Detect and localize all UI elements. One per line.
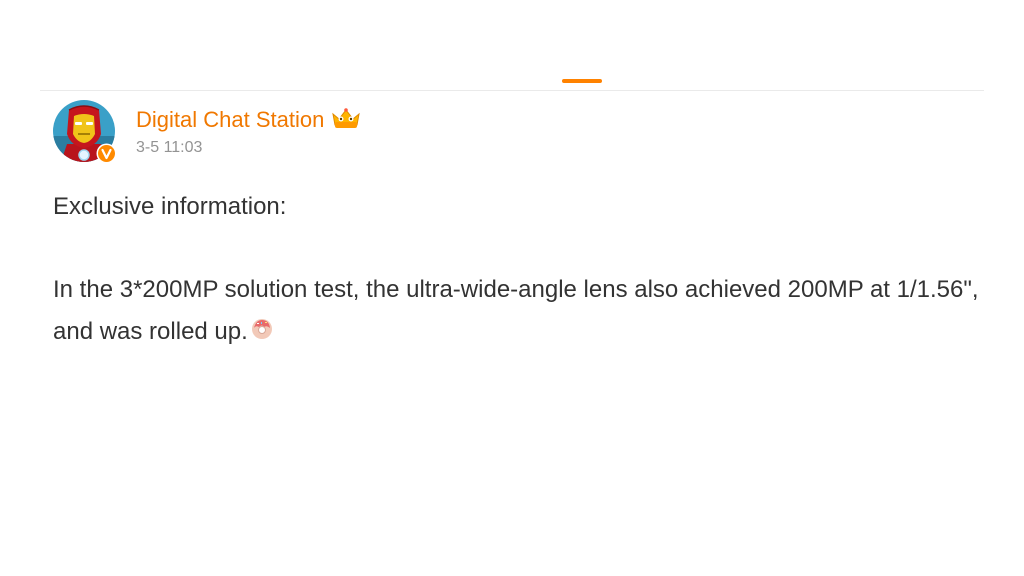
crown-badge-icon[interactable] (330, 106, 362, 135)
post-content: Exclusive information: In the 3*200MP so… (53, 186, 988, 355)
verified-badge-icon (96, 143, 117, 164)
donut-emoji-icon (250, 313, 274, 355)
post-paragraph: In the 3*200MP solution test, the ultra-… (53, 276, 979, 345)
weibo-post-page: Digital Chat Station 3-5 11:03 Exclusive… (0, 0, 1024, 576)
post-timestamp[interactable]: 3-5 11:03 (136, 138, 202, 158)
author-avatar[interactable] (53, 100, 117, 164)
active-tab-indicator (562, 79, 602, 83)
author-name-link[interactable]: Digital Chat Station (136, 106, 362, 135)
header-divider (40, 90, 984, 91)
post-paragraph: Exclusive information: (53, 193, 287, 220)
post-paragraph-with-emoji: In the 3*200MP solution test, the ultra-… (53, 269, 988, 355)
author-name[interactable]: Digital Chat Station (136, 107, 324, 132)
post-header: Digital Chat Station 3-5 11:03 (53, 100, 753, 164)
